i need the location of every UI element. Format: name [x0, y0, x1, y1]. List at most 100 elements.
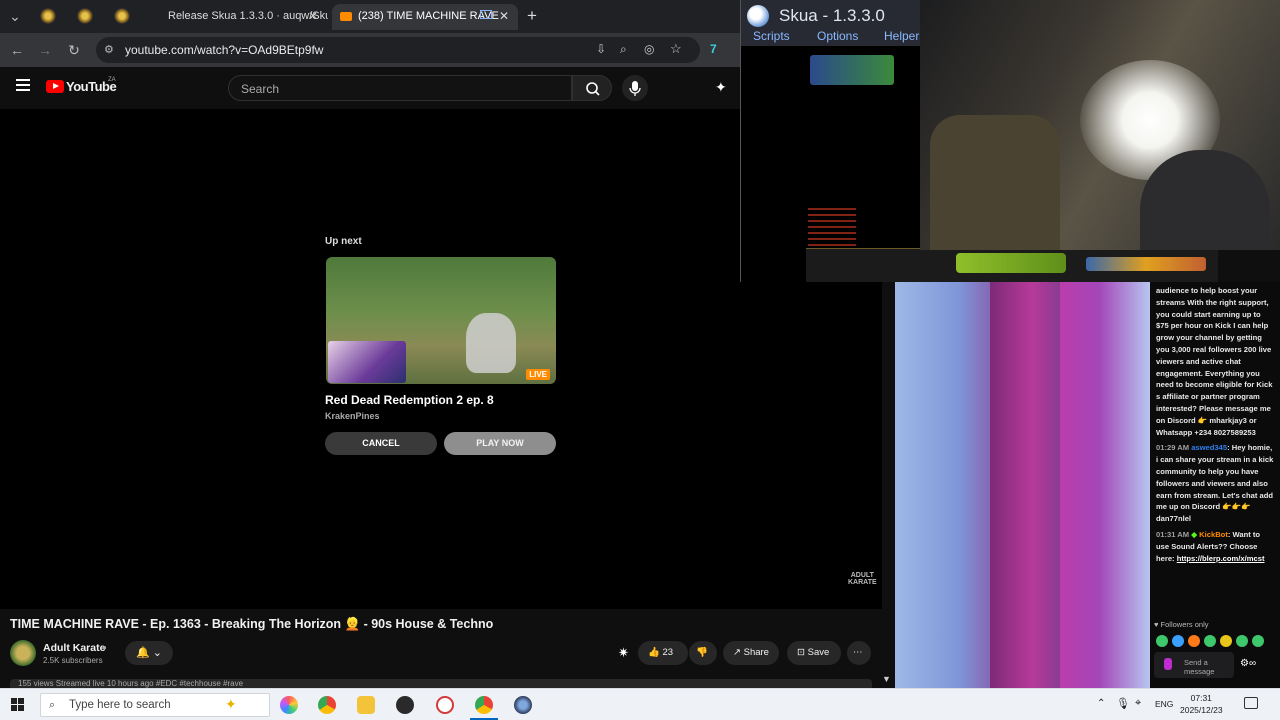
play-now-button[interactable]: PLAY NOW — [444, 432, 556, 455]
file-explorer-icon[interactable] — [357, 696, 375, 714]
search-icon: ⌕ — [49, 699, 56, 711]
youtube-logo-icon[interactable] — [46, 80, 64, 93]
share-button[interactable]: ↗ Share — [723, 641, 779, 665]
up-next-thumbnail[interactable]: LIVE — [326, 257, 556, 384]
notification-bell-button[interactable]: 🔔 ⌄ — [125, 641, 173, 665]
watermark-line-1: ADULT — [850, 572, 874, 579]
tab-search-dropdown-icon[interactable]: ⌄ — [6, 7, 24, 25]
cancel-button[interactable]: CANCEL — [325, 432, 437, 455]
new-tab-icon[interactable]: + — [527, 6, 537, 26]
emote-icon[interactable] — [1188, 635, 1200, 647]
zoom-icon[interactable]: ⌕ — [620, 42, 627, 57]
emote-bar[interactable] — [1156, 634, 1272, 648]
system-clock[interactable]: 07:31 2025/12/23 — [1180, 692, 1223, 716]
live-badge: LIVE — [526, 369, 550, 380]
game-action-bar[interactable] — [806, 248, 1218, 282]
skua-app-icon[interactable] — [514, 696, 532, 714]
emote-icon[interactable] — [1236, 635, 1248, 647]
taskbar-search-placeholder: Type here to search — [69, 699, 171, 711]
windows-start-icon[interactable] — [11, 698, 24, 711]
microphone-icon — [629, 81, 641, 96]
emote-icon[interactable] — [1220, 635, 1232, 647]
emote-icon[interactable] — [1172, 635, 1184, 647]
show-hidden-icons-icon[interactable]: ⌃ — [1097, 698, 1105, 709]
browser-toolbar: ← → ↻ ⚙ youtube.com/watch?v=OAd9BEtp9fw … — [0, 33, 740, 67]
channel-avatar[interactable] — [10, 640, 36, 666]
skua-favicon-tab-1[interactable] — [40, 8, 56, 24]
chair-image — [930, 115, 1060, 250]
notification-center-icon[interactable] — [1244, 697, 1258, 709]
skua-favicon-tab-2[interactable] — [77, 8, 93, 24]
more-icon: ⋯ — [853, 647, 863, 658]
up-next-title[interactable]: Red Dead Redemption 2 ep. 8 — [325, 393, 494, 407]
copilot-icon[interactable] — [280, 696, 298, 714]
search-input[interactable]: Search — [228, 75, 572, 101]
up-next-label: Up next — [325, 236, 362, 247]
extension-icon[interactable]: 7 — [710, 42, 717, 56]
more-actions-button[interactable]: ⋯ — [847, 641, 871, 665]
search-button[interactable] — [572, 75, 612, 101]
emote-icon[interactable] — [1252, 635, 1264, 647]
microphone-icon[interactable] — [1164, 658, 1172, 670]
create-icon[interactable]: ✦ — [715, 79, 727, 96]
chat-link[interactable]: https://blerp.com/x/mcst — [1177, 554, 1265, 563]
chat-message-input[interactable]: Send a message — [1154, 652, 1234, 678]
network-icon[interactable]: ⌖ — [1135, 697, 1141, 710]
tracking-protection-icon[interactable]: ◎ — [644, 42, 654, 56]
thumbs-up-icon: 👍 — [648, 647, 660, 658]
save-button[interactable]: ⊡ Save — [787, 641, 841, 665]
tab-close-icon[interactable]: ✕ — [308, 9, 318, 23]
address-bar[interactable]: ⚙ youtube.com/watch?v=OAd9BEtp9fw ⇩ ⌕ ◎ … — [96, 37, 700, 63]
scroll-down-icon[interactable]: ▼ — [882, 674, 891, 684]
hamburger-menu-icon[interactable] — [16, 79, 30, 91]
microphone-tray-icon[interactable]: 🎙 — [1116, 697, 1130, 710]
sparkle-icon[interactable]: ✷ — [618, 645, 629, 661]
back-icon[interactable]: ← — [8, 41, 26, 59]
skua-menu-options[interactable]: Options — [817, 29, 858, 43]
up-next-channel[interactable]: KrakenPines — [325, 411, 380, 421]
voice-search-button[interactable] — [622, 75, 648, 101]
tab-close-icon[interactable]: ✕ — [499, 9, 509, 23]
like-button[interactable]: 👍 23 — [638, 641, 688, 665]
kick-stream-video[interactable] — [895, 282, 1150, 688]
chat-time: 01:29 AM — [1156, 443, 1190, 453]
youtube-header: YouTube ZA Search ✦ — [0, 67, 740, 109]
skua-titlebar: Skua - 1.3.3.0 Scripts Options Helpers — [741, 0, 925, 46]
save-label: Save — [807, 647, 830, 658]
skua-favicon-tab-3[interactable] — [114, 8, 130, 24]
emote-icon[interactable] — [1156, 635, 1168, 647]
windows-taskbar: ⌕ Type here to search ✦ ⌃ 🎙 ⌖ ENG 07:31 … — [0, 688, 1280, 720]
channel-watermark[interactable]: ADULT KARATE — [848, 572, 877, 586]
picture-in-picture-icon[interactable] — [480, 10, 492, 19]
chat-settings-icon[interactable]: ⚙∞ — [1240, 658, 1256, 669]
site-info-icon[interactable]: ⚙ — [104, 43, 114, 56]
chat-input-placeholder: Send a message — [1184, 658, 1215, 676]
chrome-active-icon[interactable] — [475, 696, 493, 714]
url-text: youtube.com/watch?v=OAd9BEtp9fw — [125, 43, 324, 57]
language-indicator[interactable]: ENG — [1155, 699, 1173, 709]
skua-menu-scripts[interactable]: Scripts — [753, 29, 790, 43]
app-icon[interactable] — [436, 696, 454, 714]
forward-icon[interactable]: → — [36, 41, 54, 59]
search-highlight-icon[interactable]: ✦ — [225, 696, 237, 713]
install-app-icon[interactable]: ⇩ — [596, 42, 606, 56]
chrome-icon[interactable] — [318, 696, 336, 714]
bookmark-star-icon[interactable]: ☆ — [670, 41, 682, 57]
browser-tab-bar: ⌄ Release Skua 1.3.3.0 · auqw/Sku ✕ (238… — [0, 0, 740, 33]
description-box[interactable]: 155 views Streamed live 10 hours ago #ED… — [10, 679, 872, 688]
chat-username[interactable]: aswed345 — [1191, 443, 1227, 452]
reload-icon[interactable]: ↻ — [65, 41, 83, 59]
tab-skua-release[interactable]: Release Skua 1.3.3.0 · auqw/Sku — [158, 4, 328, 30]
tab-label: (238) TIME MACHINE RAVE — [358, 10, 499, 22]
emote-icon[interactable] — [1204, 635, 1216, 647]
dislike-button[interactable]: 👎 — [689, 641, 717, 665]
person-image — [1140, 150, 1270, 250]
search-icon — [586, 82, 600, 96]
skill-icons[interactable] — [956, 253, 1066, 273]
channel-name[interactable]: Adult Karate — [43, 642, 105, 654]
chat-username[interactable]: KickBot — [1199, 530, 1228, 539]
obs-icon[interactable] — [396, 696, 414, 714]
taskbar-search-input[interactable]: ⌕ Type here to search ✦ — [40, 693, 270, 717]
game-menu-icons[interactable] — [1086, 257, 1206, 271]
followers-only-label: Followers only — [1160, 620, 1209, 629]
